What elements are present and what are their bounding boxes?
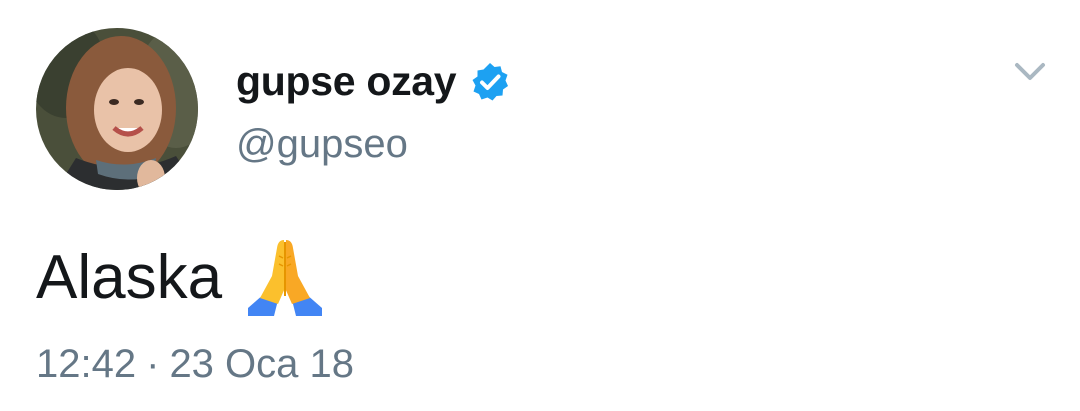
tweet-text: Alaska xyxy=(36,236,326,318)
avatar-photo xyxy=(36,28,198,190)
avatar[interactable] xyxy=(36,28,198,190)
folded-hands-icon xyxy=(244,236,326,318)
meta-separator: · xyxy=(146,342,160,386)
tweet-time: 12:42 xyxy=(36,342,137,386)
tweet-text-content: Alaska xyxy=(36,242,223,312)
display-name-text: gupse ozay xyxy=(236,58,457,104)
verified-badge-icon xyxy=(470,62,510,102)
tweet-date: 23 Oca 18 xyxy=(169,342,355,386)
user-handle[interactable]: @gupseo xyxy=(236,122,408,167)
tweet-timestamp[interactable]: 12:42 · 23 Oca 18 xyxy=(36,342,354,387)
chevron-down-icon[interactable] xyxy=(1014,62,1046,82)
display-name[interactable]: gupse ozay xyxy=(236,58,510,105)
